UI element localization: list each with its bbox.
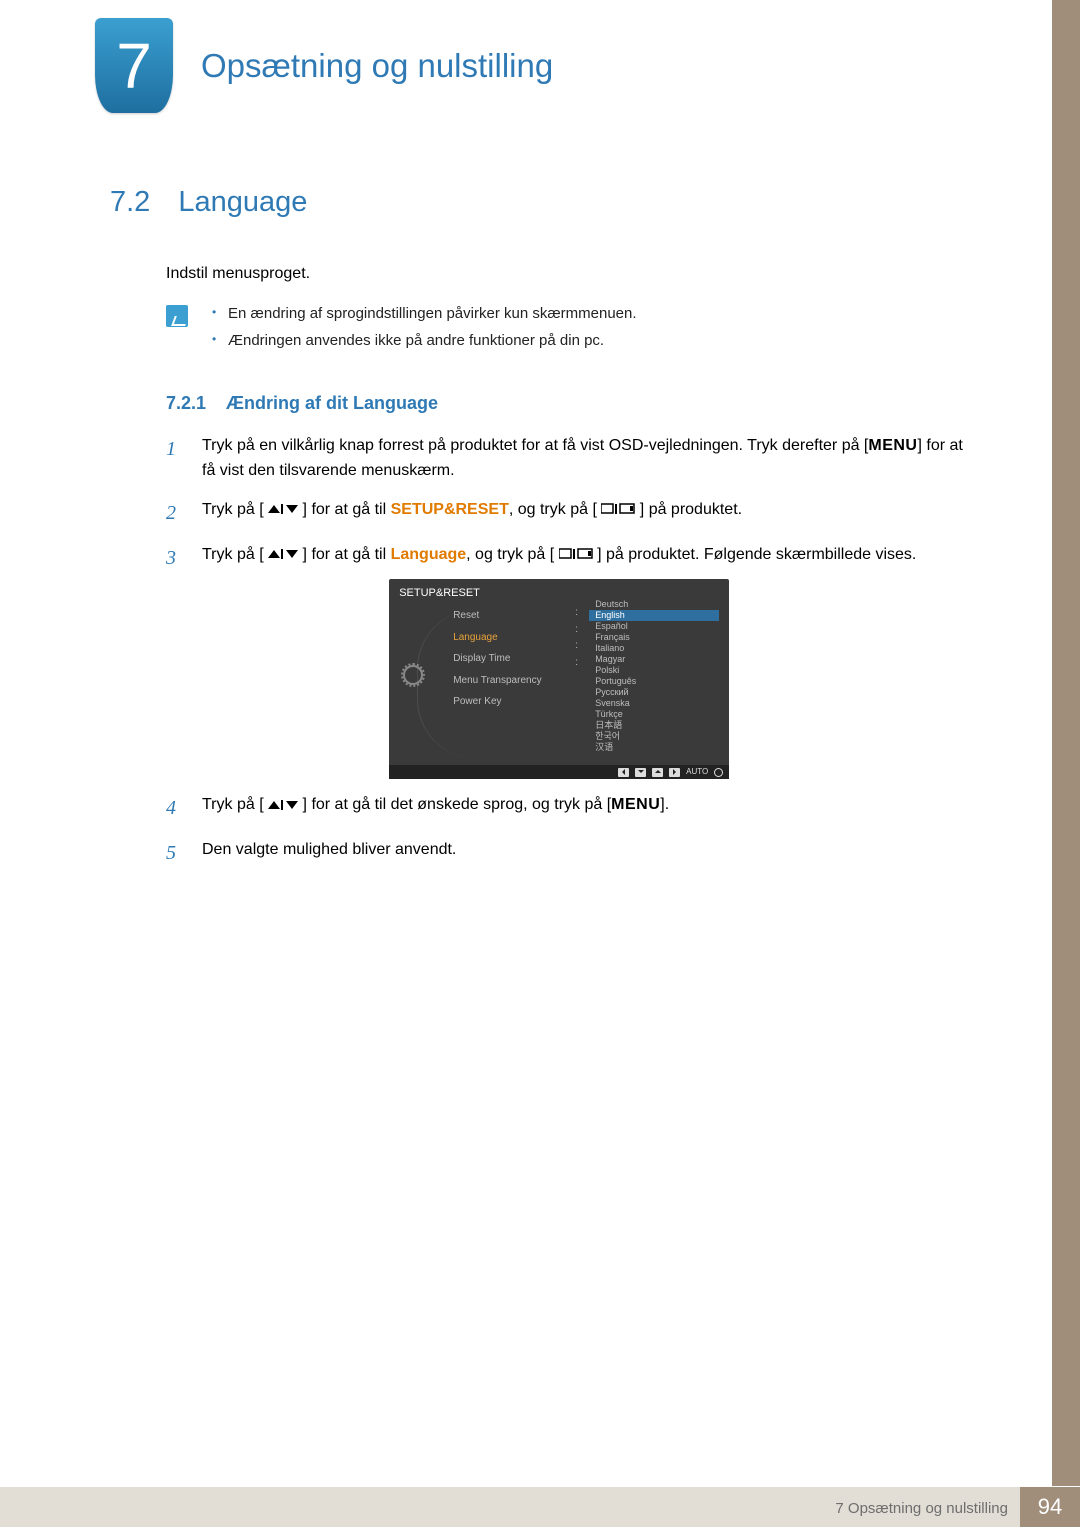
osd-language-item: Magyar xyxy=(589,654,719,665)
text: ] på produktet. xyxy=(640,501,742,518)
step-2: 2 Tryk på [ ] for at gå til SETUP&RESET,… xyxy=(166,498,980,529)
up-down-arrows-icon xyxy=(268,548,298,560)
osd-language-item: 한국어 xyxy=(589,731,719,742)
osd-language-item: Türkçe xyxy=(589,709,719,720)
menu-key: MENU xyxy=(611,796,660,813)
text: ] for at gå til det ønskede sprog, og tr… xyxy=(303,796,612,813)
osd-language-item: Español xyxy=(589,621,719,632)
osd-language-item: Русский xyxy=(589,687,719,698)
section-heading: 7.2 Language xyxy=(110,186,980,219)
chapter-number-badge: 7 xyxy=(95,18,173,113)
steps-list: 1 Tryk på en vilkårlig knap forrest på p… xyxy=(166,434,980,869)
page-header: 7 Opsætning og nulstilling xyxy=(95,18,553,113)
section-number: 7.2 xyxy=(110,186,150,219)
text: Tryk på [ xyxy=(202,501,264,518)
text: Tryk på [ xyxy=(202,796,264,813)
highlight: Language xyxy=(391,546,467,563)
osd-colon-col: :::: xyxy=(575,605,578,671)
step-3: 3 Tryk på [ ] for at gå til Language, og… xyxy=(166,543,980,780)
step-text: Tryk på [ ] for at gå til Language, og t… xyxy=(202,543,916,780)
step-1: 1 Tryk på en vilkårlig knap forrest på p… xyxy=(166,434,980,484)
step-text: Tryk på [ ] for at gå til det ønskede sp… xyxy=(202,793,669,824)
down-key-icon xyxy=(635,768,646,777)
chapter-title: Opsætning og nulstilling xyxy=(201,47,553,85)
text: ] for at gå til xyxy=(303,501,391,518)
up-down-arrows-icon xyxy=(268,503,298,515)
step-number: 4 xyxy=(166,793,180,824)
step-text: Tryk på [ ] for at gå til SETUP&RESET, o… xyxy=(202,498,742,529)
right-band xyxy=(1052,0,1080,1486)
highlight: SETUP&RESET xyxy=(391,501,509,518)
osd-left-item: Menu Transparency xyxy=(453,670,574,692)
screen-slash-screen-icon xyxy=(559,548,593,560)
note-icon xyxy=(166,305,188,327)
note-item: Ændringen anvendes ikke på andre funktio… xyxy=(212,332,637,349)
osd-title: SETUP&RESET xyxy=(399,585,480,602)
osd-language-item: 汉语 xyxy=(589,742,719,753)
osd-language-list: DeutschEnglishEspañolFrançaisItalianoMag… xyxy=(589,599,719,753)
note-list: En ændring af sprogindstillingen påvirke… xyxy=(212,305,637,359)
osd-language-item: English xyxy=(589,610,719,621)
text: Tryk på en vilkårlig knap forrest på pro… xyxy=(202,437,868,454)
left-key-icon xyxy=(618,768,629,777)
up-down-arrows-icon xyxy=(268,799,298,811)
step-text: Den valgte mulighed bliver anvendt. xyxy=(202,838,456,869)
text: ]. xyxy=(660,796,669,813)
right-key-icon xyxy=(669,768,680,777)
up-key-icon xyxy=(652,768,663,777)
page-number: 94 xyxy=(1020,1487,1080,1527)
text: , og tryk på [ xyxy=(466,546,554,563)
osd-language-item: Polski xyxy=(589,665,719,676)
text: Tryk på [ xyxy=(202,546,264,563)
text: ] på produktet. Følgende skærmbillede vi… xyxy=(597,546,916,563)
osd-language-item: 日本語 xyxy=(589,720,719,731)
osd-left-item: Language xyxy=(453,627,574,649)
osd-language-item: Français xyxy=(589,632,719,643)
osd-left-item: Display Time xyxy=(453,648,574,670)
step-number: 5 xyxy=(166,838,180,869)
text: ] for at gå til xyxy=(303,546,391,563)
section-title: Language xyxy=(178,186,307,219)
section-body: 7.2 Language Indstil menusproget. En ænd… xyxy=(110,186,980,883)
step-number: 3 xyxy=(166,543,180,780)
step-5: 5 Den valgte mulighed bliver anvendt. xyxy=(166,838,980,869)
step-number: 2 xyxy=(166,498,180,529)
osd-left-item: Power Key xyxy=(453,691,574,713)
menu-key: MENU xyxy=(868,437,917,454)
osd-language-item: Italiano xyxy=(589,643,719,654)
note-block: En ændring af sprogindstillingen påvirke… xyxy=(166,305,980,359)
auto-label: AUTO xyxy=(686,766,708,778)
osd-preview: SETUP&RESET ResetLanguageDisplay TimeMen… xyxy=(389,579,729,779)
section-intro: Indstil menusproget. xyxy=(166,265,980,283)
power-icon xyxy=(714,768,723,777)
osd-language-item: Deutsch xyxy=(589,599,719,610)
subsection-heading: 7.2.1 Ændring af dit Language xyxy=(166,393,980,414)
step-text: Tryk på en vilkårlig knap forrest på pro… xyxy=(202,434,980,484)
note-item: En ændring af sprogindstillingen påvirke… xyxy=(212,305,637,322)
screen-slash-screen-icon xyxy=(601,503,635,515)
osd-language-item: Svenska xyxy=(589,698,719,709)
osd-language-item: Português xyxy=(589,676,719,687)
footer-breadcrumb: 7 Opsætning og nulstilling xyxy=(835,1500,1008,1517)
osd-left-menu: ResetLanguageDisplay TimeMenu Transparen… xyxy=(419,605,574,713)
osd-nav-bar: AUTO xyxy=(389,765,729,779)
osd-left-item: Reset xyxy=(453,605,574,627)
step-number: 1 xyxy=(166,434,180,484)
subsection-number: 7.2.1 xyxy=(166,393,206,414)
step-4: 4 Tryk på [ ] for at gå til det ønskede … xyxy=(166,793,980,824)
subsection-title: Ændring af dit Language xyxy=(226,393,438,414)
text: , og tryk på [ xyxy=(509,501,597,518)
